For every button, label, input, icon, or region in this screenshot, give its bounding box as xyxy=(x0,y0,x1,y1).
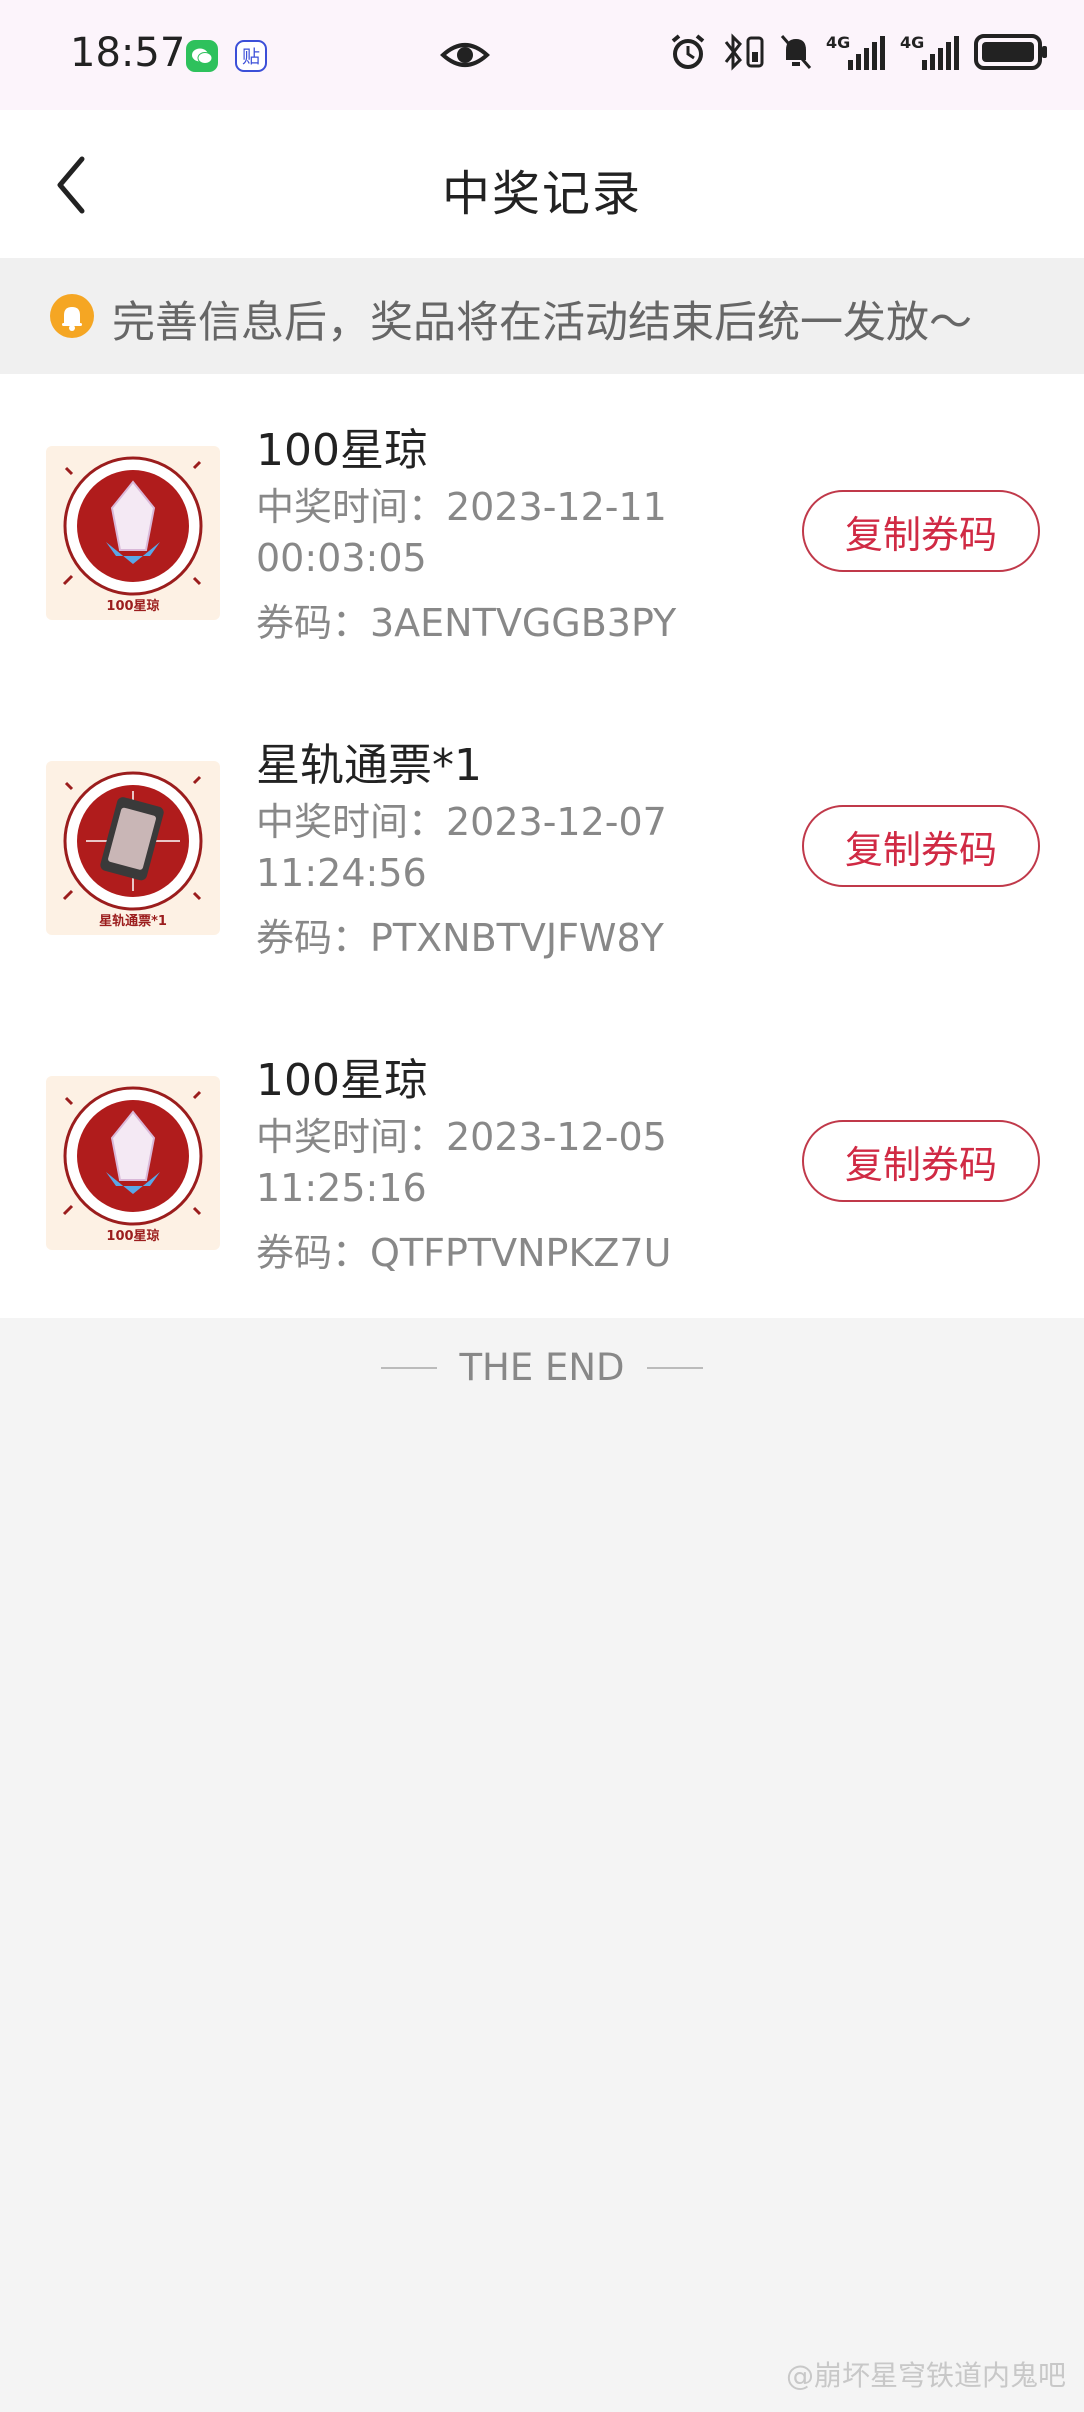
page-title: 中奖记录 xyxy=(441,166,642,222)
network-label: 4G xyxy=(826,33,850,52)
bluetooth-icon xyxy=(724,33,764,71)
list-item: 星轨通票*1 星轨通票*1 中奖时间：2023-12-07 11:24:56 券… xyxy=(0,689,1084,1004)
notice-text: 完善信息后，奖品将在活动结束后统一发放～ xyxy=(112,298,972,348)
bell-icon xyxy=(50,294,94,338)
voucher-code: 券码：3AENTVGGB3PY xyxy=(256,601,677,645)
end-text: THE END xyxy=(459,1346,625,1389)
win-time: 中奖时间：2023-12-05 11:25:16 xyxy=(256,1115,667,1210)
status-time: 18:57 xyxy=(70,30,186,76)
star-jade-icon xyxy=(62,456,203,596)
signal-4g-icon: 4G xyxy=(900,33,959,70)
battery-icon xyxy=(974,34,1047,70)
voucher-code: 券码：PTXNBTVJFW8Y xyxy=(256,916,664,960)
copy-code-button[interactable]: 复制券码 xyxy=(802,805,1040,887)
prize-record-list: 100星琼 100星琼 中奖时间：2023-12-11 00:03:05 券码：… xyxy=(0,374,1084,1318)
eye-icon xyxy=(440,35,490,79)
divider xyxy=(381,1366,438,1369)
status-bar: 18:57 贴 4G 4G xyxy=(0,0,1084,110)
win-time: 中奖时间：2023-12-07 11:24:56 xyxy=(256,800,667,895)
prize-title: 星轨通票*1 xyxy=(256,740,482,791)
nav-bar: 中奖记录 xyxy=(0,110,1084,258)
win-time: 中奖时间：2023-12-11 00:03:05 xyxy=(256,485,667,580)
network-label: 4G xyxy=(900,33,924,52)
divider xyxy=(646,1366,703,1369)
copy-code-button[interactable]: 复制券码 xyxy=(802,490,1040,572)
list-end-marker: THE END xyxy=(0,1346,1084,1389)
thumbnail-label: 星轨通票*1 xyxy=(99,914,167,929)
prize-thumbnail: 星轨通票*1 xyxy=(46,761,220,935)
thumbnail-label: 100星琼 xyxy=(106,599,160,614)
prize-thumbnail: 100星琼 xyxy=(46,1076,220,1250)
prize-title: 100星琼 xyxy=(256,425,428,476)
list-item: 100星琼 100星琼 中奖时间：2023-12-05 11:25:16 券码：… xyxy=(0,1004,1084,1319)
star-jade-icon xyxy=(62,1086,203,1226)
list-item: 100星琼 100星琼 中奖时间：2023-12-11 00:03:05 券码：… xyxy=(0,374,1084,689)
wechat-icon xyxy=(186,40,218,72)
copy-code-button[interactable]: 复制券码 xyxy=(802,1120,1040,1202)
prize-title: 100星琼 xyxy=(256,1055,428,1106)
mute-icon xyxy=(780,35,812,69)
prize-thumbnail: 100星琼 xyxy=(46,446,220,620)
alarm-icon xyxy=(671,34,705,69)
notice-banner: 完善信息后，奖品将在活动结束后统一发放～ xyxy=(0,258,1084,374)
tieba-icon: 贴 xyxy=(235,40,267,72)
thumbnail-label: 100星琼 xyxy=(106,1229,160,1244)
signal-4g-icon: 4G xyxy=(826,33,885,70)
voucher-code: 券码：QTFPTVNPKZ7U xyxy=(256,1231,672,1275)
star-rail-pass-icon xyxy=(62,771,203,911)
status-icons: 4G 4G xyxy=(668,32,1050,72)
watermark: @崩坏星穹铁道内鬼吧 xyxy=(785,2359,1066,2392)
